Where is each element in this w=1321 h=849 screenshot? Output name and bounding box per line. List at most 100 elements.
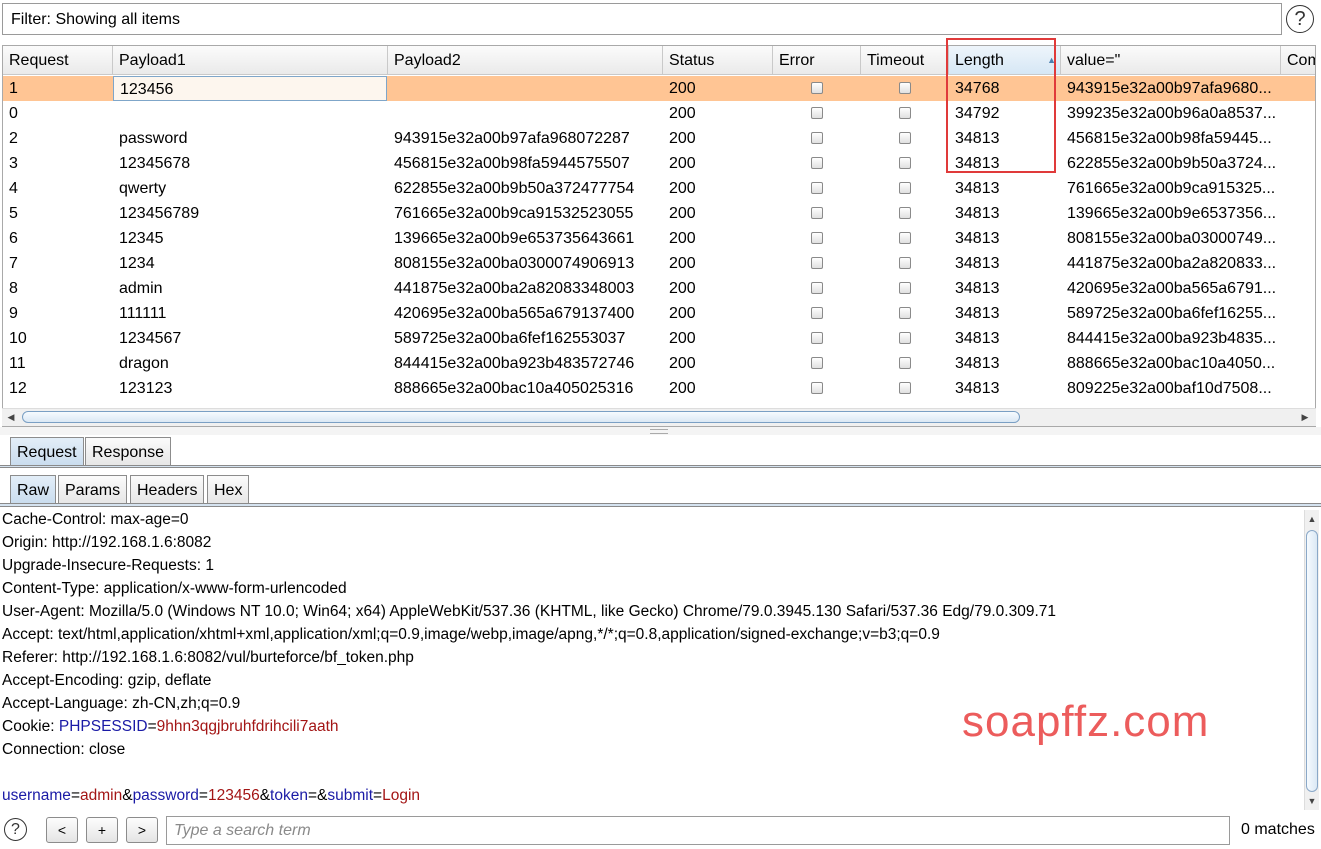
param-value: admin xyxy=(80,787,123,804)
cell-status: 200 xyxy=(669,205,696,222)
column-header-3[interactable]: Payload2 xyxy=(388,46,663,75)
tab-raw[interactable]: Raw xyxy=(10,475,57,504)
vertical-scrollbar[interactable]: ▲ ▼ xyxy=(1304,510,1319,810)
cookie-value: 9hhn3qgjbruhfdrihcili7aath xyxy=(156,718,339,735)
raw-request-editor[interactable]: Cache-Control: max-age=0 Origin: http://… xyxy=(0,508,1304,810)
timeout-checkbox xyxy=(899,207,911,219)
table-row[interactable]: 8 admin 441875e32a00ba2a82083348003 200 3481… xyxy=(3,276,1315,301)
header-line: Accept-Language: zh-CN,zh;q=0.9 xyxy=(2,695,241,712)
cookie-name: PHPSESSID xyxy=(58,718,148,735)
column-header-label: Timeout xyxy=(867,52,925,69)
param-separator: & xyxy=(317,787,328,804)
scroll-down-icon[interactable]: ▼ xyxy=(1305,794,1319,808)
horizontal-scrollbar[interactable]: ◀ ▶ xyxy=(2,408,1316,426)
table-row[interactable]: 7 1234 808155e32a00ba0300074906913 200 34813… xyxy=(3,251,1315,276)
table-row[interactable]: 0 200 34792 399235e32a00b96a0a8537... xyxy=(3,101,1315,126)
cell-payload1 xyxy=(113,101,388,126)
cell-request: 2 xyxy=(9,130,18,147)
cell-status: 200 xyxy=(669,305,696,322)
error-checkbox xyxy=(811,207,823,219)
column-header-label: Payload1 xyxy=(119,52,186,69)
column-header-label: Status xyxy=(669,52,715,69)
cell-status: 200 xyxy=(669,280,696,297)
cell-value: 441875e32a00ba2a820833... xyxy=(1067,255,1277,272)
column-header-label: Payload2 xyxy=(394,52,461,69)
table-row[interactable]: 4 qwerty 622855e32a00b9b50a372477754 200 348… xyxy=(3,176,1315,201)
cell-status: 200 xyxy=(669,355,696,372)
scroll-up-icon[interactable]: ▲ xyxy=(1305,512,1319,526)
timeout-checkbox xyxy=(899,282,911,294)
column-header-9[interactable]: Com xyxy=(1281,46,1315,75)
cell-request: 9 xyxy=(9,305,18,322)
scroll-left-icon[interactable]: ◀ xyxy=(4,410,18,424)
cell-length: 34813 xyxy=(955,230,1000,247)
cell-value: 808155e32a00ba03000749... xyxy=(1067,230,1277,247)
table-row[interactable]: 11 dragon 844415e32a00ba923b483572746 200 34… xyxy=(3,351,1315,376)
tab-hex[interactable]: Hex xyxy=(207,475,250,504)
cell-payload2: 844415e32a00ba923b483572746 xyxy=(394,355,635,372)
match-count: 0 matches xyxy=(1241,821,1315,838)
splitter-grip-icon[interactable] xyxy=(650,429,668,434)
cookie-eq: = xyxy=(147,718,157,735)
column-header-label: Com xyxy=(1287,52,1315,69)
tab-bar-divider xyxy=(0,465,1321,468)
search-help-icon[interactable]: ? xyxy=(4,818,27,841)
cell-length: 34813 xyxy=(955,380,1000,397)
tab-params[interactable]: Params xyxy=(58,475,128,504)
table-row[interactable]: 1 123456 200 34768 943915e32a00b97afa9680... xyxy=(3,76,1315,101)
table-row[interactable]: 10 1234567 589725e32a00ba6fef162553037 200 3… xyxy=(3,326,1315,351)
tab-request[interactable]: Request xyxy=(10,437,84,466)
param-key: password xyxy=(132,787,199,804)
cell-payload1: password xyxy=(119,130,188,147)
column-header-1[interactable]: Request xyxy=(3,46,113,75)
vertical-scroll-thumb[interactable] xyxy=(1306,530,1318,792)
timeout-checkbox xyxy=(899,357,911,369)
cell-status: 200 xyxy=(669,155,696,172)
cell-payload2: 420695e32a00ba565a679137400 xyxy=(394,305,635,322)
column-header-2[interactable]: Payload1 xyxy=(113,46,388,75)
error-checkbox xyxy=(811,307,823,319)
timeout-checkbox xyxy=(899,157,911,169)
error-checkbox xyxy=(811,382,823,394)
cell-value: 589725e32a00ba6fef16255... xyxy=(1067,305,1277,322)
header-line: Cache-Control: max-age=0 xyxy=(2,511,189,528)
header-line: Origin: http://192.168.1.6:8082 xyxy=(2,534,212,551)
column-header-6[interactable]: Timeout xyxy=(861,46,949,75)
table-row[interactable]: 5 123456789 761665e32a00b9ca91532523055 200… xyxy=(3,201,1315,226)
error-checkbox xyxy=(811,132,823,144)
column-header-5[interactable]: Error xyxy=(773,46,861,75)
table-row[interactable]: 3 12345678 456815e32a00b98fa5944575507 200 3… xyxy=(3,151,1315,176)
results-table: Request Payload1 Payload2 Status Error Timeou… xyxy=(2,45,1316,427)
filter-bar[interactable]: Filter: Showing all items xyxy=(2,3,1282,35)
header-line: User-Agent: Mozilla/5.0 (Windows NT 10.0… xyxy=(2,603,1056,620)
cell-request: 11 xyxy=(9,355,26,372)
search-input[interactable] xyxy=(166,816,1230,845)
table-row[interactable]: 2 password 943915e32a00b97afa968072287 200 3… xyxy=(3,126,1315,151)
timeout-checkbox xyxy=(899,257,911,269)
tab-headers[interactable]: Headers xyxy=(130,475,205,504)
scroll-right-icon[interactable]: ▶ xyxy=(1298,410,1312,424)
table-row[interactable]: 12 123123 888665e32a00bac10a405025316 200 34… xyxy=(3,376,1315,401)
cell-status: 200 xyxy=(669,330,696,347)
next-match-button[interactable]: > xyxy=(126,817,158,843)
cell-value: 761665e32a00b9ca915325... xyxy=(1067,180,1276,197)
cell-status: 200 xyxy=(669,230,696,247)
error-checkbox xyxy=(811,232,823,244)
timeout-checkbox xyxy=(899,82,911,94)
pane-splitter[interactable] xyxy=(0,427,1321,435)
table-row[interactable]: 6 12345 139665e32a00b9e653735643661 200 3481… xyxy=(3,226,1315,251)
cell-status: 200 xyxy=(669,380,696,397)
tab-response[interactable]: Response xyxy=(85,437,172,466)
table-row[interactable]: 9 111111 420695e32a00ba565a679137400 200 348… xyxy=(3,301,1315,326)
cell-request: 0 xyxy=(9,105,18,122)
cell-value: 456815e32a00b98fa59445... xyxy=(1067,130,1272,147)
column-header-4[interactable]: Status xyxy=(663,46,773,75)
column-header-8[interactable]: value=" xyxy=(1061,46,1281,75)
cell-length: 34813 xyxy=(955,180,1000,197)
help-icon[interactable]: ? xyxy=(1286,5,1314,33)
horizontal-scroll-thumb[interactable] xyxy=(22,411,1020,423)
cell-payload1: 123456 xyxy=(113,76,387,101)
cell-request: 5 xyxy=(9,205,18,222)
previous-match-button[interactable]: < xyxy=(46,817,78,843)
search-options-button[interactable]: + xyxy=(86,817,118,843)
